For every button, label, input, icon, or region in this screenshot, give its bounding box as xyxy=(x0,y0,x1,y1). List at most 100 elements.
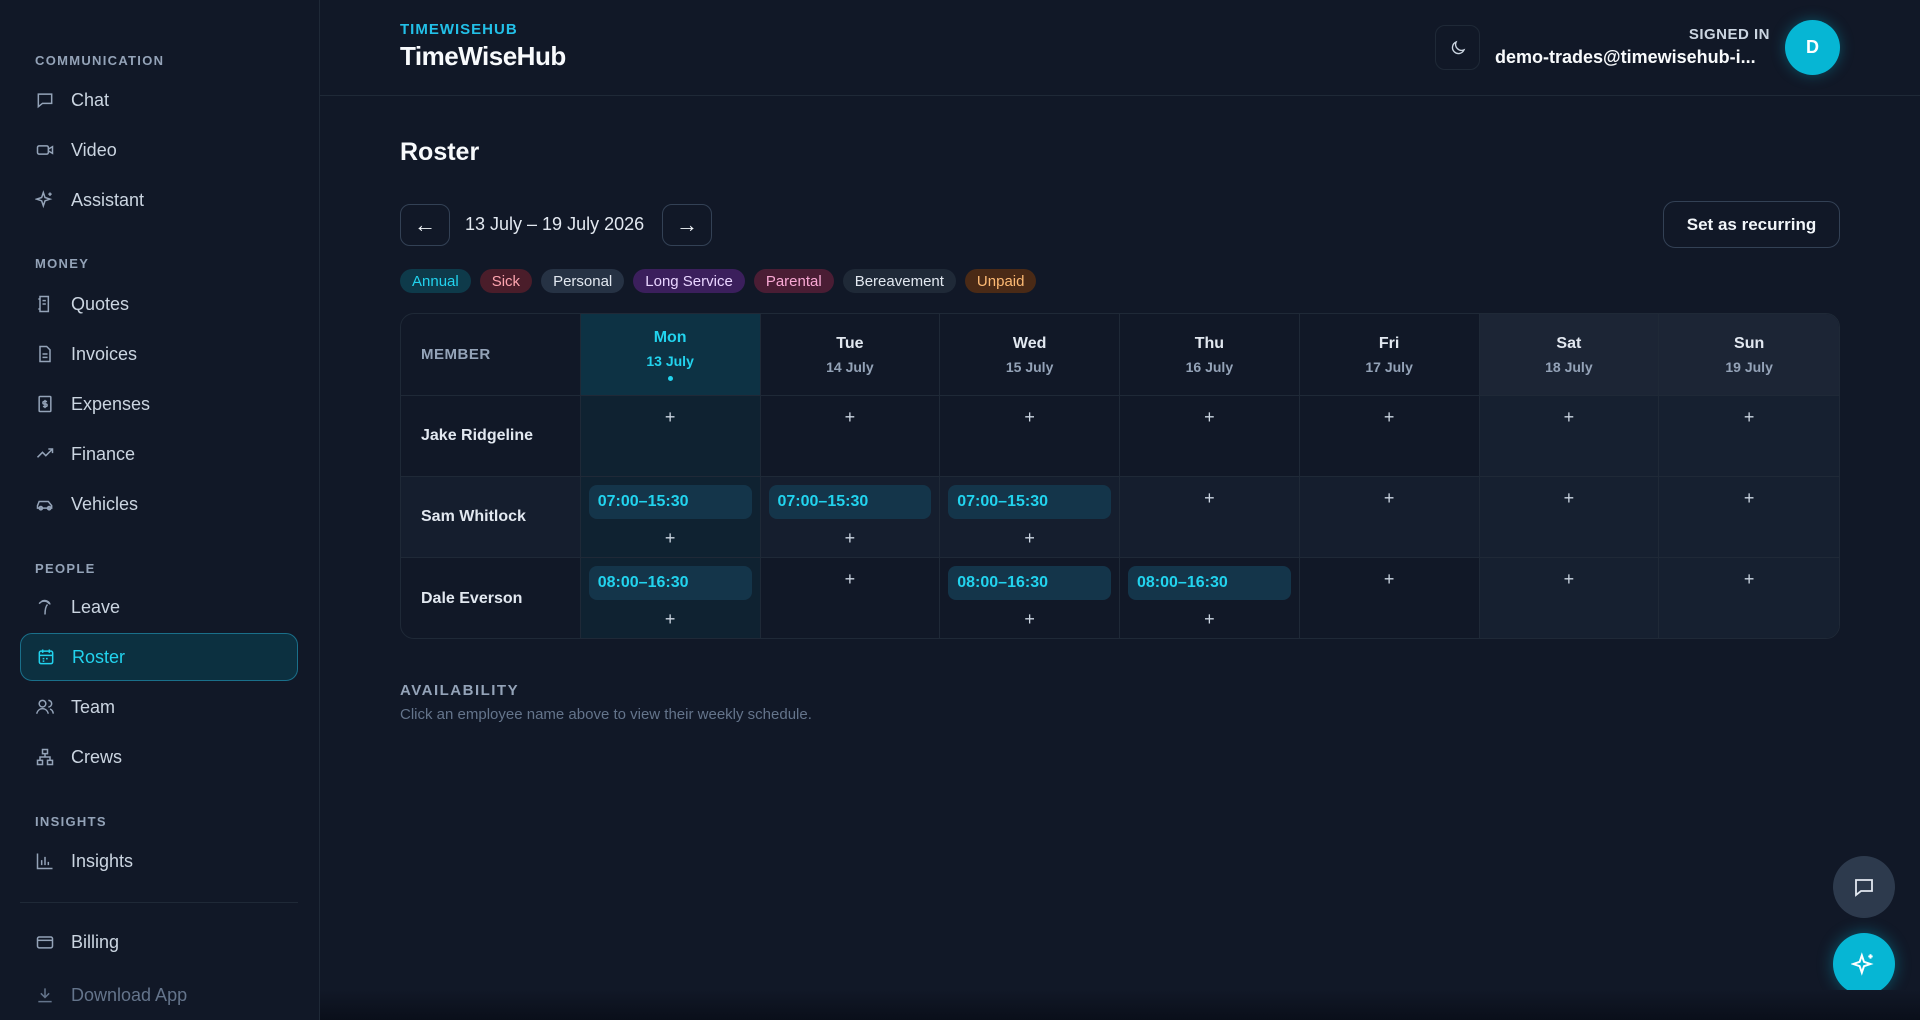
sidebar-item-label: Video xyxy=(71,139,117,160)
sidebar-item-label: Chat xyxy=(71,89,110,110)
sidebar-item-quotes[interactable]: Quotes xyxy=(20,280,298,328)
sidebar-item-roster[interactable]: Roster xyxy=(20,633,298,681)
theme-toggle-button[interactable] xyxy=(1435,25,1480,70)
day-name: Thu xyxy=(1194,334,1225,352)
sidebar-item-download-app[interactable]: Download App xyxy=(20,971,298,1019)
sidebar-item-video[interactable]: Video xyxy=(20,126,298,174)
add-shift-button[interactable]: + xyxy=(1659,408,1839,426)
set-recurring-button[interactable]: Set as recurring xyxy=(1663,201,1840,248)
bar-chart-icon xyxy=(36,853,53,870)
member-name-cell[interactable]: Jake Ridgeline xyxy=(401,396,581,477)
roster-cell: + xyxy=(760,396,941,477)
sparkles-icon xyxy=(35,190,53,209)
user-email: demo-trades@timewisehub-i... xyxy=(1495,47,1756,67)
chat-fab-button[interactable] xyxy=(1833,856,1895,918)
roster-cell: 08:00–16:30 + xyxy=(940,558,1120,638)
shift-block[interactable]: 07:00–15:30 xyxy=(588,485,752,519)
day-name: Fri xyxy=(1378,334,1400,352)
sidebar-item-team[interactable]: Team xyxy=(20,683,298,731)
prev-week-button[interactable]: ← xyxy=(400,204,450,246)
sparkles-icon xyxy=(1851,952,1874,976)
add-shift-button[interactable]: + xyxy=(761,408,940,426)
sidebar-item-label: Download App xyxy=(71,984,188,1005)
add-shift-button[interactable]: + xyxy=(761,570,940,588)
sidebar-item-finance[interactable]: Finance xyxy=(20,430,298,478)
sidebar-item-leave[interactable]: Leave xyxy=(20,583,298,631)
add-shift-button[interactable]: + xyxy=(940,610,1119,628)
sidebar-section-insights: INSIGHTS xyxy=(35,814,107,829)
sidebar: COMMUNICATION Chat Video Assistant MONEY… xyxy=(0,0,320,1020)
day-name: Wed xyxy=(1012,334,1047,352)
sidebar-item-expenses[interactable]: Expenses xyxy=(20,380,298,428)
video-icon xyxy=(36,145,54,155)
add-shift-button[interactable]: + xyxy=(581,408,760,426)
sidebar-item-chat[interactable]: Chat xyxy=(20,76,298,124)
roster-cell: 07:00–15:30 + xyxy=(940,477,1120,558)
brand-logo-text[interactable]: TimeWiseHub xyxy=(400,41,566,72)
roster-grid: MEMBER Mon 13 July Tue 14 July Wed 15 July Thu 1… xyxy=(400,313,1840,639)
avatar[interactable]: D xyxy=(1785,20,1840,75)
chat-icon xyxy=(1855,879,1873,897)
sidebar-item-label: Quotes xyxy=(71,293,130,314)
sidebar-section-communication: COMMUNICATION xyxy=(35,53,165,68)
add-shift-button[interactable]: + xyxy=(581,529,760,547)
add-shift-button[interactable]: + xyxy=(1480,570,1659,588)
add-shift-button[interactable]: + xyxy=(1120,408,1299,426)
sidebar-item-invoices[interactable]: Invoices xyxy=(20,330,298,378)
roster-cell: + xyxy=(1299,477,1480,558)
day-header-sat: Sat 18 July xyxy=(1479,314,1660,396)
add-shift-button[interactable]: + xyxy=(1300,570,1479,588)
sidebar-item-label: Roster xyxy=(72,646,126,667)
shift-block[interactable]: 08:00–16:30 xyxy=(1128,566,1291,600)
day-header-thu: Thu 16 July xyxy=(1120,314,1300,396)
sidebar-item-insights[interactable]: Insights xyxy=(20,837,298,885)
roster-cell: + xyxy=(1479,558,1660,638)
shift-block[interactable]: 07:00–15:30 xyxy=(768,485,932,519)
shift-block[interactable]: 08:00–16:30 xyxy=(948,566,1111,600)
add-shift-button[interactable]: + xyxy=(940,529,1119,547)
day-name: Sat xyxy=(1556,334,1582,352)
day-header-tue: Tue 14 July xyxy=(760,314,941,396)
add-shift-button[interactable]: + xyxy=(1300,408,1479,426)
shift-block[interactable]: 08:00–16:30 xyxy=(588,566,752,600)
sidebar-section-money: MONEY xyxy=(35,256,90,271)
roster-cell: + xyxy=(1299,396,1480,477)
sidebar-item-vehicles[interactable]: Vehicles xyxy=(20,480,298,528)
legend-chip-parental: Parental xyxy=(753,269,834,293)
sidebar-item-label: Vehicles xyxy=(71,493,139,514)
add-shift-button[interactable]: + xyxy=(1120,489,1299,507)
add-shift-button[interactable]: + xyxy=(1480,489,1659,507)
shift-block[interactable]: 07:00–15:30 xyxy=(948,485,1111,519)
sidebar-item-billing[interactable]: Billing xyxy=(20,918,298,966)
legend-chip-sick: Sick xyxy=(479,269,533,293)
roster-cell: + xyxy=(1300,558,1480,638)
member-name-cell[interactable]: Dale Everson xyxy=(401,558,581,638)
add-shift-button[interactable]: + xyxy=(1659,489,1839,507)
add-shift-button[interactable]: + xyxy=(1480,408,1659,426)
sidebar-item-label: Expenses xyxy=(71,393,151,414)
day-date: 15 July xyxy=(1005,358,1054,375)
day-name: Mon xyxy=(653,328,687,346)
add-shift-button[interactable]: + xyxy=(761,529,940,547)
add-shift-button[interactable]: + xyxy=(581,610,760,628)
add-shift-button[interactable]: + xyxy=(1120,610,1299,628)
assistant-fab-button[interactable] xyxy=(1833,933,1895,995)
add-shift-button[interactable]: + xyxy=(1300,489,1479,507)
sidebar-item-assistant[interactable]: Assistant xyxy=(20,176,298,224)
signed-in-label: SIGNED IN xyxy=(1688,26,1770,43)
day-header-fri: Fri 17 July xyxy=(1299,314,1480,396)
roster-cell: + xyxy=(761,558,941,638)
add-shift-button[interactable]: + xyxy=(1659,570,1839,588)
sidebar-item-crews[interactable]: Crews xyxy=(20,733,298,781)
hierarchy-icon xyxy=(36,748,54,766)
legend-chip-long-service: Long Service xyxy=(633,269,745,293)
next-week-button[interactable]: → xyxy=(662,204,712,246)
add-shift-button[interactable]: + xyxy=(940,408,1119,426)
member-name-cell[interactable]: Sam Whitlock xyxy=(401,477,581,558)
day-header-wed: Wed 15 July xyxy=(940,314,1120,396)
day-date: 17 July xyxy=(1365,358,1413,375)
car-icon xyxy=(36,500,53,511)
roster-cell: + xyxy=(580,396,761,477)
day-date: 19 July xyxy=(1725,358,1773,375)
roster-cell: + xyxy=(1479,477,1660,558)
